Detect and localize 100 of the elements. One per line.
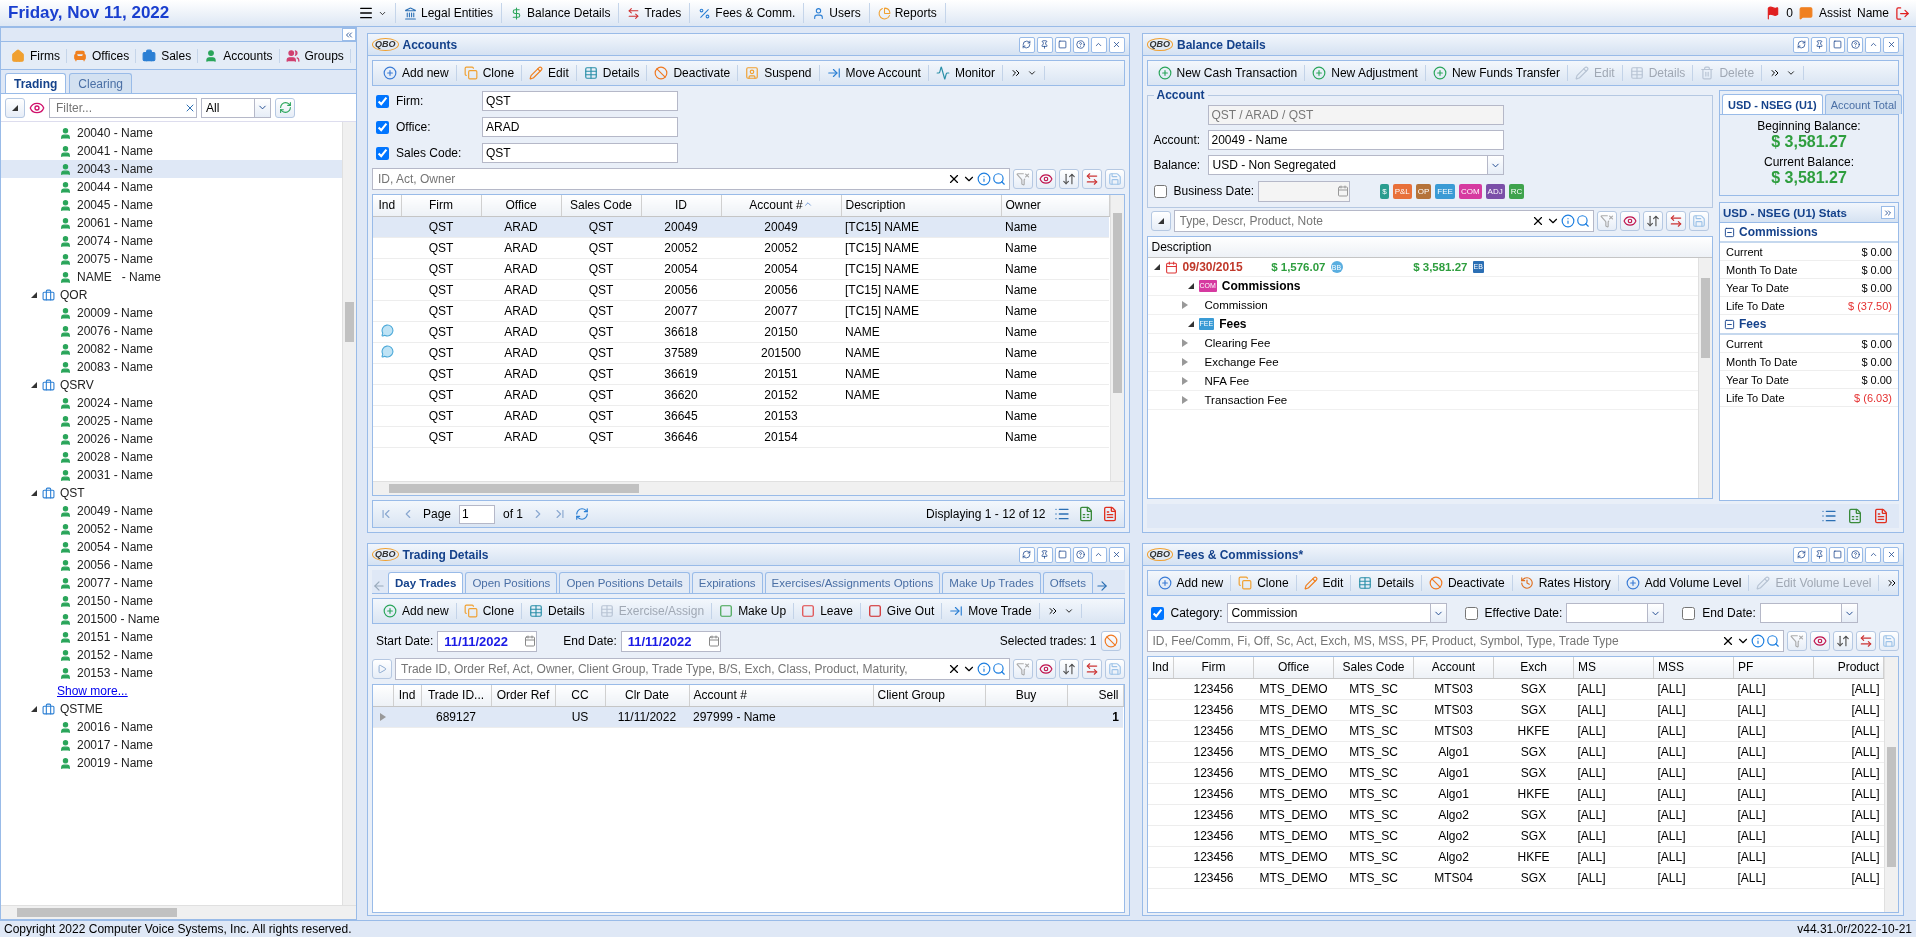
- menu-item[interactable]: Fees & Comm.: [690, 3, 805, 23]
- column-header[interactable]: Exch: [1493, 657, 1574, 678]
- column-header[interactable]: ID: [641, 195, 721, 216]
- tree-row[interactable]: Exchange Fee: [1147, 353, 1698, 372]
- toolbar-button[interactable]: Rates History: [1512, 575, 1619, 591]
- search-input[interactable]: ID, Act, Owner: [376, 171, 946, 187]
- toolbar-button[interactable]: Suspend: [738, 65, 820, 81]
- tree-item[interactable]: 20041 - Name: [1, 142, 342, 160]
- toolbar-button[interactable]: Leave: [794, 603, 861, 619]
- text-field[interactable]: ARAD: [482, 117, 678, 137]
- toolbar-button[interactable]: Details: [522, 603, 593, 619]
- tab[interactable]: Open Positions Details: [559, 572, 690, 593]
- column-header[interactable]: Description: [1147, 237, 1712, 258]
- toolbar-button[interactable]: Monitor: [928, 65, 1003, 81]
- table-row[interactable]: QST ARAD QST 36618 20150 NAME Name: [373, 321, 1109, 342]
- tree-item[interactable]: 20054 - Name: [1, 538, 342, 556]
- table-row[interactable]: 123456 MTS_DEMO MTS_SC Algo1 HKFE [ALL] [ALL] [ALL] [ALL]: [1147, 783, 1884, 804]
- show-more-link[interactable]: Show more...: [57, 682, 128, 700]
- tree-item[interactable]: 20045 - Name: [1, 196, 342, 214]
- table-row[interactable]: QST ARAD QST 36645 20153 Name: [373, 405, 1109, 426]
- toolbar-button[interactable]: Give Out: [860, 603, 943, 619]
- tree-row[interactable]: Transaction Fee: [1147, 391, 1698, 410]
- filter-field[interactable]: Filter...: [49, 97, 197, 118]
- tree-item[interactable]: QST: [1, 484, 342, 502]
- filter-badge[interactable]: ADJ: [1485, 183, 1505, 199]
- column-header[interactable]: MSS: [1653, 657, 1734, 678]
- tab[interactable]: Day Trades: [388, 572, 464, 593]
- toolbar-button[interactable]: Make Up: [712, 603, 795, 619]
- search-input[interactable]: ID, Fee/Comm, Fi, Off, Sc, Act, Exch, MS, MSS, PF, Product, Symbol, Type, Trade Type: [1150, 633, 1720, 649]
- toolbar-button[interactable]: Move Trade: [942, 603, 1040, 619]
- entity-button[interactable]: Sales: [136, 48, 199, 63]
- table-row[interactable]: 123456 MTS_DEMO MTS_SC Algo1 SGX [ALL] [ALL] [ALL] [ALL]: [1147, 762, 1884, 783]
- column-header[interactable]: Firm: [401, 195, 481, 216]
- table-row[interactable]: QST ARAD QST 20054 20054 [TC15] NAME Name: [373, 258, 1109, 279]
- tree-item[interactable]: 20151 - Name: [1, 628, 342, 646]
- tree-row[interactable]: Clearing Fee: [1147, 334, 1698, 353]
- table-row[interactable]: 689127 US 11/11/2022 297999 - Name 1: [373, 706, 1123, 727]
- table-row[interactable]: QST ARAD QST 20056 20056 [TC15] NAME Name: [373, 279, 1109, 300]
- table-row[interactable]: 123456 MTS_DEMO MTS_SC MTS03 SGX [ALL] [ALL] [ALL] [ALL]: [1147, 699, 1884, 720]
- toolbar-button[interactable]: Move Account: [819, 65, 929, 81]
- table-row[interactable]: 123456 MTS_DEMO MTS_SC MTS03 HKFE [ALL] [ALL] [ALL] [ALL]: [1147, 720, 1884, 741]
- column-header[interactable]: Clr Date: [605, 685, 689, 706]
- tree-item[interactable]: 20017 - Name: [1, 736, 342, 754]
- tree-item[interactable]: 20056 - Name: [1, 556, 342, 574]
- column-header[interactable]: Account: [1413, 657, 1494, 678]
- balance-select[interactable]: USD - Non Segregated: [1207, 155, 1504, 175]
- table-row[interactable]: QST ARAD QST 36620 20152 NAME Name: [373, 384, 1109, 405]
- tree-row[interactable]: NFA Fee: [1147, 372, 1698, 391]
- text-field[interactable]: QST: [482, 91, 678, 111]
- tree-item[interactable]: QSTME: [1, 700, 342, 718]
- toolbar-button[interactable]: Edit: [522, 65, 577, 81]
- table-row[interactable]: QST ARAD QST 36619 20151 NAME Name: [373, 363, 1109, 384]
- menu-item[interactable]: Balance Details: [502, 3, 620, 23]
- search-field[interactable]: ID, Act, Owner: [372, 168, 1010, 190]
- entity-button[interactable]: Accounts: [198, 48, 280, 63]
- table-row[interactable]: 123456 MTS_DEMO MTS_SC MTS04 SGX [ALL] [ALL] [ALL] [ALL]: [1147, 867, 1884, 888]
- tree-item[interactable]: 20082 - Name: [1, 340, 342, 358]
- tree-item[interactable]: 20043 - Name: [1, 160, 342, 178]
- table-row[interactable]: QST ARAD QST 20077 20077 [TC15] NAME Name: [373, 300, 1109, 321]
- tree-item[interactable]: 20150 - Name: [1, 592, 342, 610]
- user-name[interactable]: Name: [1857, 6, 1889, 20]
- column-header[interactable]: Account #: [721, 195, 841, 216]
- column-header[interactable]: Ind: [373, 195, 401, 216]
- column-header[interactable]: CC: [555, 685, 605, 706]
- tab[interactable]: Offsets: [1042, 572, 1093, 593]
- filter-badge[interactable]: OP: [1415, 183, 1432, 199]
- toolbar-button[interactable]: Details: [576, 65, 648, 81]
- column-header[interactable]: Firm: [1173, 657, 1254, 678]
- text-field[interactable]: QST / ARAD / QST: [1207, 105, 1504, 125]
- filter-input[interactable]: Filter...: [54, 99, 184, 116]
- select-field[interactable]: Commission: [1226, 603, 1447, 623]
- column-header[interactable]: Sales Code: [1333, 657, 1414, 678]
- toolbar-button[interactable]: Add new: [376, 65, 457, 81]
- toolbar-button[interactable]: Add new: [1150, 575, 1232, 591]
- tree-item[interactable]: NAME - Name: [1, 268, 342, 286]
- search-field[interactable]: Type, Descr, Product, Note: [1173, 210, 1594, 232]
- tab[interactable]: Expirations: [691, 572, 763, 593]
- tree-item[interactable]: 20025 - Name: [1, 412, 342, 430]
- column-header[interactable]: Office: [481, 195, 561, 216]
- date-field[interactable]: 11/11/2022: [620, 630, 721, 652]
- tree-row[interactable]: Commission: [1147, 296, 1698, 315]
- toolbar-button[interactable]: Deactivate: [647, 65, 739, 81]
- tab[interactable]: Open Positions: [465, 572, 558, 593]
- toolbar-button[interactable]: Edit: [1296, 575, 1352, 591]
- tab[interactable]: USD - NSEG (U1): [1722, 94, 1823, 114]
- column-header[interactable]: Order Ref: [491, 685, 555, 706]
- table-row[interactable]: 123456 MTS_DEMO MTS_SC Algo2 SGX [ALL] [ALL] [ALL] [ALL]: [1147, 825, 1884, 846]
- menu-item[interactable]: Users: [804, 3, 870, 23]
- tab[interactable]: Clearing: [69, 73, 133, 93]
- section-header[interactable]: Commissions: [1720, 223, 1898, 243]
- table-row[interactable]: QST ARAD QST 20049 20049 [TC15] NAME Name: [373, 216, 1109, 237]
- tree-item[interactable]: 20075 - Name: [1, 250, 342, 268]
- search-input[interactable]: Trade ID, Order Ref, Act, Owner, Client Group, Trade Type, B/S, Exch, Class, Product, Maturity,: [399, 661, 946, 677]
- toolbar-button[interactable]: Add Volume Level: [1618, 575, 1750, 591]
- table-row[interactable]: 123456 MTS_DEMO MTS_SC MTS03 SGX [ALL] [ALL] [ALL] [ALL]: [1147, 678, 1884, 699]
- tree-item[interactable]: 20026 - Name: [1, 430, 342, 448]
- search-field[interactable]: Trade ID, Order Ref, Act, Owner, Client Group, Trade Type, B/S, Exch, Class, Product, Maturity,: [395, 658, 1010, 680]
- tree-item[interactable]: 20009 - Name: [1, 304, 342, 322]
- text-field[interactable]: QST: [482, 143, 678, 163]
- table-row[interactable]: 123456 MTS_DEMO MTS_SC Algo2 HKFE [ALL] [ALL] [ALL] [ALL]: [1147, 846, 1884, 867]
